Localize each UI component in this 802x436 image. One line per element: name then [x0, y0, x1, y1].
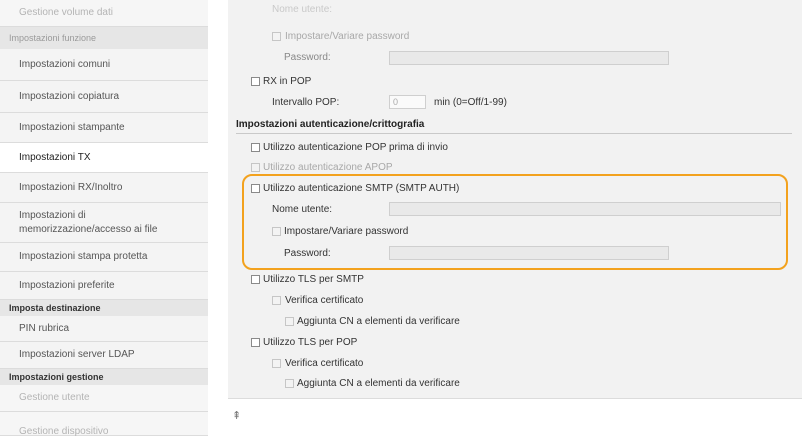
add-cn-smtp-checkbox[interactable] — [285, 317, 294, 326]
scroll-to-top-icon[interactable]: ⇞ — [232, 410, 241, 422]
sidebar-item-rx-forward[interactable]: Impostazioni RX/Inoltro — [0, 173, 208, 203]
footer-divider — [228, 398, 802, 399]
pop-auth-before-send-checkbox[interactable] — [251, 143, 260, 152]
smtp-set-password-checkbox[interactable] — [272, 227, 281, 236]
sidebar-item-user-management[interactable]: Gestione utente — [0, 385, 208, 412]
section-divider — [236, 133, 792, 134]
sidebar-item-pin-address-book[interactable]: PIN rubrica — [0, 316, 208, 342]
pop-interval-unit: min (0=Off/1-99) — [434, 97, 507, 108]
rx-pop-label: RX in POP — [263, 76, 312, 87]
pop-set-password-checkbox[interactable] — [272, 32, 281, 41]
tls-smtp-checkbox[interactable] — [251, 275, 260, 284]
smtp-username-field[interactable] — [389, 202, 781, 216]
sidebar-item-ldap[interactable]: Impostazioni server LDAP — [0, 342, 208, 369]
rx-pop-checkbox[interactable] — [251, 77, 260, 86]
add-cn-pop-checkbox[interactable] — [285, 379, 294, 388]
verify-cert-pop-checkbox[interactable] — [272, 359, 281, 368]
apop-label: Utilizzo autenticazione APOP — [263, 162, 393, 173]
smtp-auth-label: Utilizzo autenticazione SMTP (SMTP AUTH) — [263, 183, 460, 194]
pop-interval-input[interactable]: 0 — [389, 95, 426, 109]
tls-pop-label: Utilizzo TLS per POP — [263, 337, 358, 348]
smtp-password-field[interactable] — [389, 246, 669, 260]
pop-auth-before-send-label: Utilizzo autenticazione POP prima di inv… — [263, 142, 448, 153]
sidebar-item-data-volume: Gestione volume dati — [0, 0, 208, 27]
sidebar-section-function: Impostazioni funzione — [0, 27, 208, 49]
sidebar-section-management: Impostazioni gestione — [0, 369, 208, 385]
sidebar-item-favorites[interactable]: Impostazioni preferite — [0, 272, 208, 300]
sidebar-item-copy[interactable]: Impostazioni copiatura — [0, 81, 208, 113]
pop-password-label: Password: — [284, 52, 331, 63]
tls-smtp-label: Utilizzo TLS per SMTP — [263, 274, 364, 285]
smtp-auth-checkbox[interactable] — [251, 184, 260, 193]
pop-password-field[interactable] — [389, 51, 669, 65]
sidebar-item-device-management[interactable]: Gestione dispositivo — [0, 412, 208, 436]
pop-set-password-label: Impostare/Variare password — [285, 31, 410, 42]
sidebar-item-printer[interactable]: Impostazioni stampante — [0, 113, 208, 143]
sidebar-item-file-access[interactable]: Impostazioni di memorizzazione/accesso a… — [0, 203, 208, 243]
verify-cert-smtp-checkbox[interactable] — [272, 296, 281, 305]
sidebar-section-destination: Imposta destinazione — [0, 300, 208, 316]
smtp-set-password-label: Impostare/Variare password — [284, 226, 409, 237]
add-cn-pop-label: Aggiunta CN a elementi da verificare — [297, 378, 460, 389]
add-cn-smtp-label: Aggiunta CN a elementi da verificare — [297, 316, 460, 327]
tls-pop-checkbox[interactable] — [251, 338, 260, 347]
verify-cert-smtp-label: Verifica certificato — [285, 295, 364, 306]
sidebar-item-common[interactable]: Impostazioni comuni — [0, 49, 208, 81]
apop-checkbox[interactable] — [251, 163, 260, 172]
smtp-password-label: Password: — [284, 248, 331, 259]
pop-interval-label: Intervallo POP: — [272, 97, 340, 108]
sidebar-item-tx[interactable]: Impostazioni TX — [0, 143, 208, 173]
sidebar-item-file-access-label: Impostazioni di memorizzazione/accesso a… — [19, 209, 158, 235]
pop-username-label-faded: Nome utente: — [272, 4, 333, 15]
smtp-username-label: Nome utente: — [272, 204, 333, 215]
sidebar-item-secure-print[interactable]: Impostazioni stampa protetta — [0, 243, 208, 272]
verify-cert-pop-label: Verifica certificato — [285, 358, 364, 369]
auth-section-title: Impostazioni autenticazione/crittografia — [236, 119, 425, 130]
sidebar: Gestione volume dati Impostazioni funzio… — [0, 0, 208, 436]
